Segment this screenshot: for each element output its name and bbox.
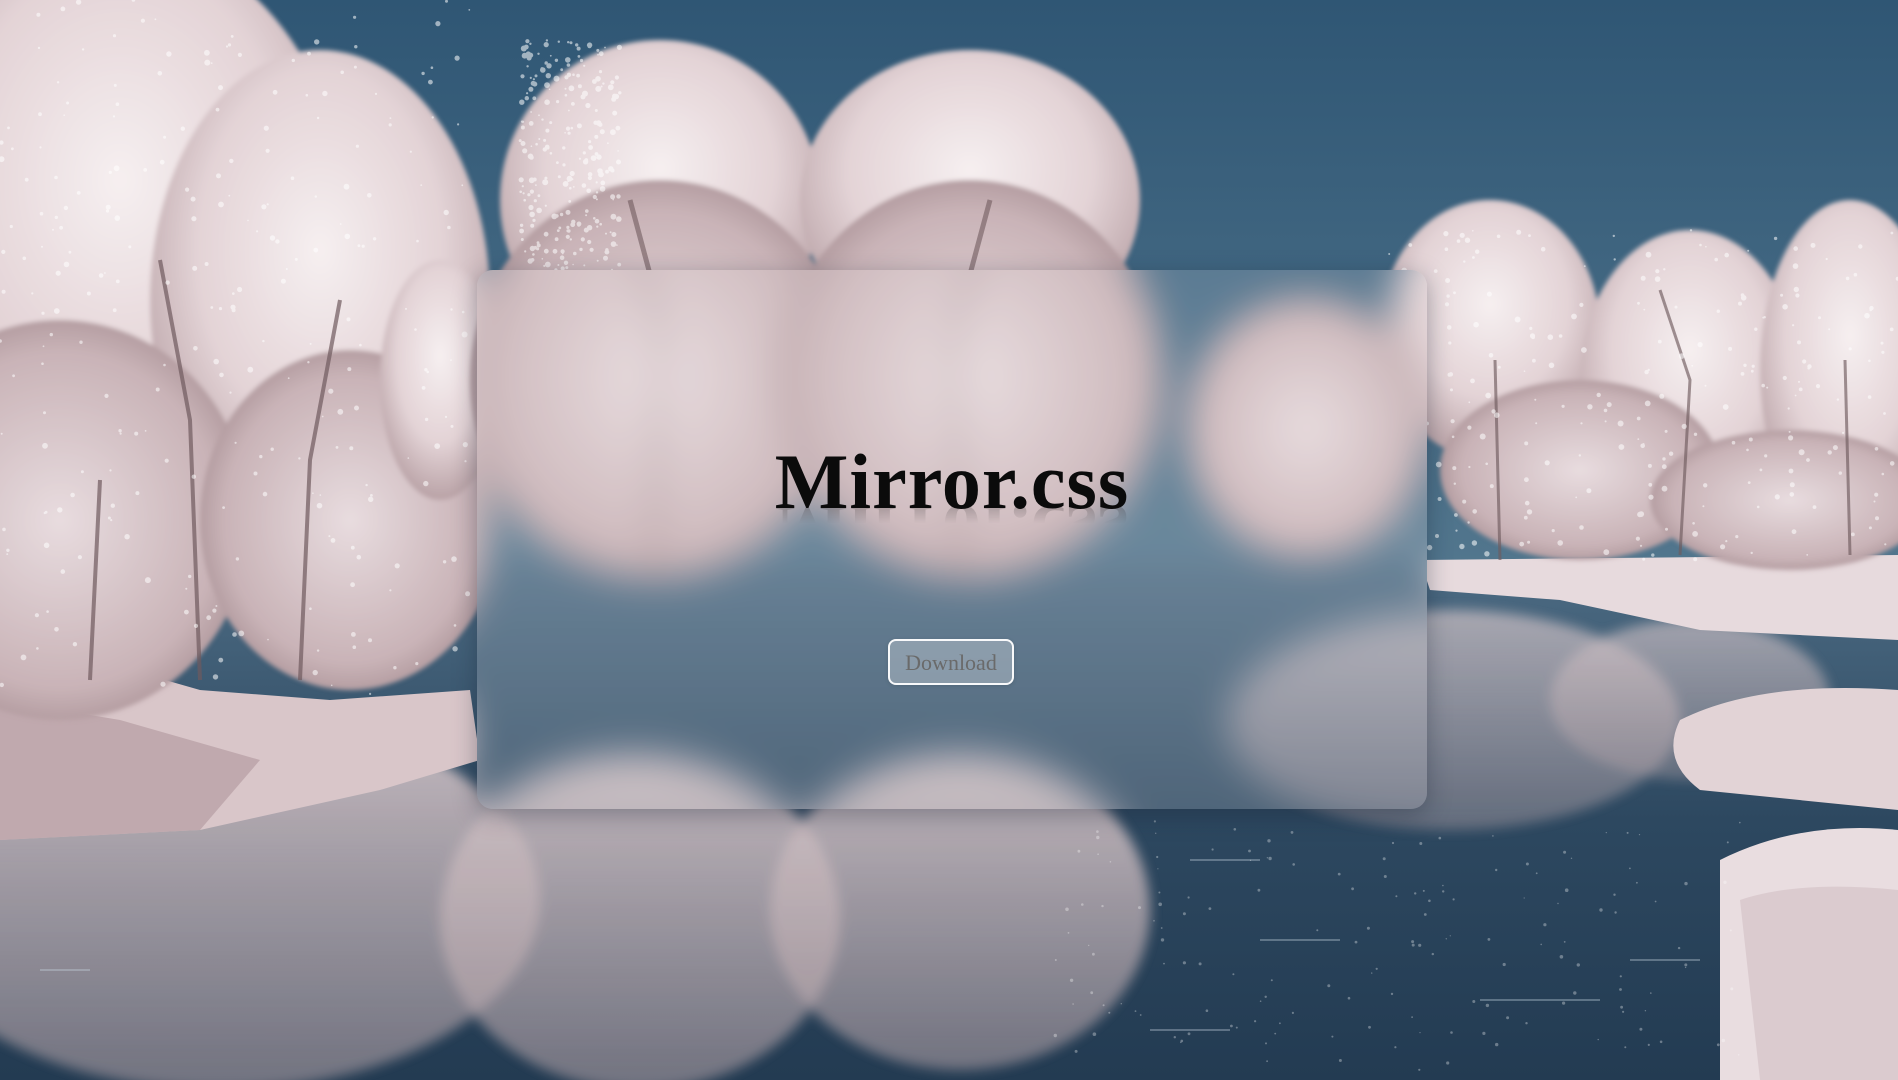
card-content: Mirror.css Mirror.css Download <box>477 270 1427 809</box>
glass-card: Mirror.css Mirror.css Download <box>477 270 1427 809</box>
download-button[interactable]: Download <box>888 639 1014 685</box>
brand-title: Mirror.css <box>774 438 1130 525</box>
